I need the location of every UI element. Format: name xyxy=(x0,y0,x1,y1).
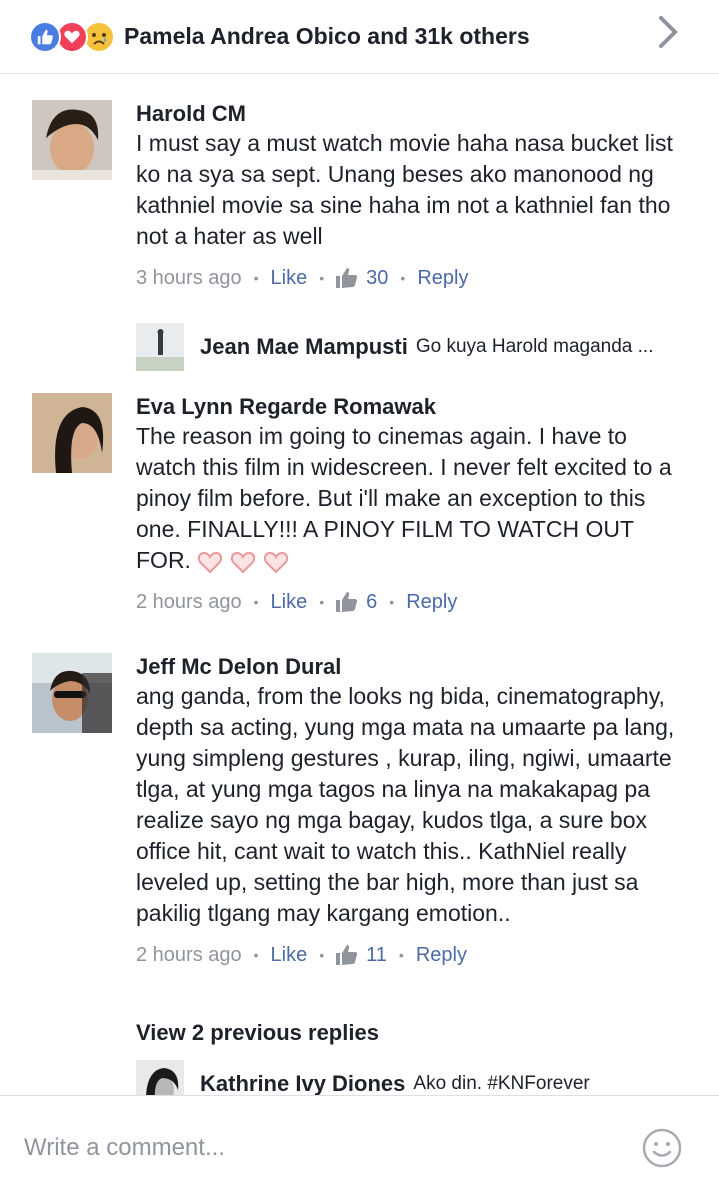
separator: • xyxy=(398,947,404,963)
reply-text: Ako din. #KNForever xyxy=(413,1073,590,1094)
comment-author[interactable]: Eva Lynn Regarde Romawak xyxy=(136,393,676,421)
comment-text: I must say a must watch movie haha nasa … xyxy=(136,130,673,249)
comment-composer[interactable]: Write a comment... xyxy=(0,1095,719,1200)
reply-author[interactable]: Jean Mae Mampusti xyxy=(200,334,408,360)
avatar[interactable] xyxy=(136,323,184,371)
comment-meta: 3 hours ago • Like • 30 • Reply xyxy=(136,264,676,292)
comment: Jeff Mc Delon Dural ang ganda, from the … xyxy=(32,653,676,969)
comment-timestamp: 3 hours ago xyxy=(136,266,242,289)
avatar[interactable] xyxy=(32,100,112,180)
comment-input[interactable]: Write a comment... xyxy=(24,1134,641,1162)
reply-text: Go kuya Harold maganda ... xyxy=(415,336,654,357)
comment-meta: 2 hours ago • Like • 6 • Reply xyxy=(136,588,676,616)
avatar[interactable] xyxy=(136,1060,184,1095)
comment-meta: 2 hours ago • Like • 11 • Reply xyxy=(136,941,676,969)
separator: • xyxy=(400,270,406,286)
reply-link[interactable]: Reply xyxy=(416,944,467,967)
reaction-icons xyxy=(29,20,115,53)
heart-icon xyxy=(197,551,223,574)
reply-author[interactable]: Kathrine Ivy Diones xyxy=(200,1071,405,1095)
separator: • xyxy=(253,270,259,286)
like-link[interactable]: Like xyxy=(271,944,308,967)
reply-link[interactable]: Reply xyxy=(406,591,457,614)
avatar[interactable] xyxy=(32,653,112,733)
heart-icon xyxy=(263,551,289,574)
separator: • xyxy=(319,270,325,286)
comment: Harold CM I must say a must watch movie … xyxy=(32,100,676,292)
reply-preview[interactable]: Jean Mae Mampusti Go kuya Harold maganda… xyxy=(136,323,653,371)
thumbs-up-icon[interactable] xyxy=(336,268,358,288)
emoji-icon[interactable] xyxy=(641,1127,683,1169)
comment-author[interactable]: Jeff Mc Delon Dural xyxy=(136,653,676,681)
separator: • xyxy=(389,594,395,610)
heart-icon xyxy=(230,551,256,574)
like-link[interactable]: Like xyxy=(271,267,308,290)
thumbs-up-icon[interactable] xyxy=(336,945,358,965)
reactions-header[interactable]: Pamela Andrea Obico and 31k others xyxy=(0,0,719,74)
comment-text: ang ganda, from the looks ng bida, cinem… xyxy=(136,683,675,926)
reply-link[interactable]: Reply xyxy=(417,267,468,290)
thumbs-up-icon[interactable] xyxy=(336,592,358,612)
like-count[interactable]: 30 xyxy=(366,267,388,290)
avatar[interactable] xyxy=(32,393,112,473)
like-icon xyxy=(29,20,61,53)
separator: • xyxy=(319,947,325,963)
comment-text: The reason im going to cinemas again. I … xyxy=(136,423,672,575)
reply-preview[interactable]: Kathrine Ivy Diones Ako din. #KNForever xyxy=(136,1060,590,1095)
chevron-right-icon[interactable] xyxy=(653,12,683,52)
view-previous-replies-link[interactable]: View 2 previous replies xyxy=(136,1020,379,1046)
hearts xyxy=(197,549,296,575)
comments-list[interactable]: Harold CM I must say a must watch movie … xyxy=(0,75,719,1095)
separator: • xyxy=(319,594,325,610)
comment-timestamp: 2 hours ago xyxy=(136,590,242,613)
separator: • xyxy=(253,594,259,610)
comment-author[interactable]: Harold CM xyxy=(136,100,676,128)
comment: Eva Lynn Regarde Romawak The reason im g… xyxy=(32,393,676,616)
comment-timestamp: 2 hours ago xyxy=(136,943,242,966)
like-link[interactable]: Like xyxy=(271,591,308,614)
separator: • xyxy=(253,947,259,963)
like-count[interactable]: 11 xyxy=(366,944,387,967)
like-count[interactable]: 6 xyxy=(366,591,377,614)
reactions-summary[interactable]: Pamela Andrea Obico and 31k others xyxy=(124,23,530,50)
